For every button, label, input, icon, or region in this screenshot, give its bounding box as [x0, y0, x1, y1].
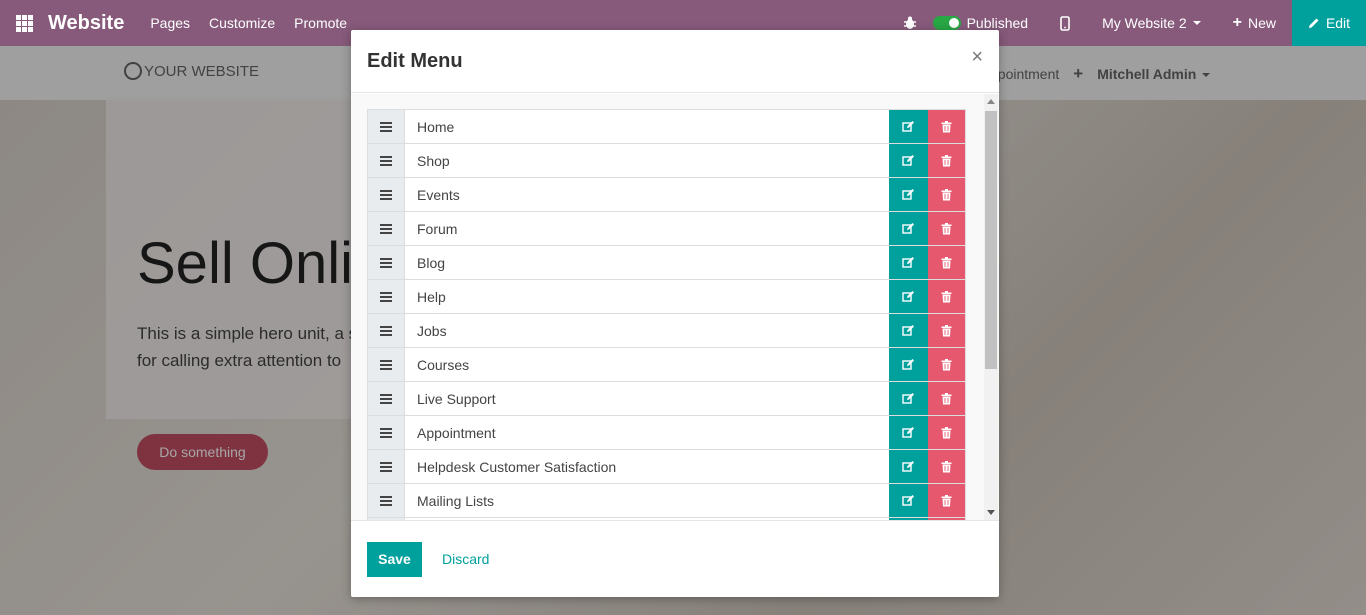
modal-body: Home Shop Events Forum Blog Help Jobs Courses Li… — [351, 94, 999, 520]
scroll-up-icon[interactable] — [987, 99, 995, 104]
edit-menu-item-icon[interactable] — [889, 484, 928, 517]
save-button[interactable]: Save — [367, 541, 422, 577]
edit-menu-item-icon[interactable] — [889, 246, 928, 279]
delete-menu-item-icon[interactable] — [928, 314, 965, 347]
menu-item-row: Forum — [367, 211, 966, 245]
delete-menu-item-icon[interactable] — [928, 280, 965, 313]
edit-menu-item-icon[interactable] — [889, 450, 928, 483]
menu-item-label: Help — [417, 288, 446, 305]
menu-item-label: Blog — [417, 254, 446, 271]
toggle-switch-icon — [932, 16, 961, 30]
menu-item-row: Appointment — [367, 415, 966, 449]
delete-menu-item-icon[interactable] — [928, 246, 965, 279]
drag-handle-icon[interactable] — [368, 212, 405, 245]
drag-handle-icon[interactable] — [368, 178, 405, 211]
menu-item-row: Blog — [367, 245, 966, 279]
menu-item-label: Shop — [417, 152, 450, 169]
menu-item-row: Help — [367, 279, 966, 313]
nav-pages[interactable]: Pages — [150, 15, 190, 31]
edit-menu-dialog: Edit Menu × Home Shop Events Forum Blog Help J… — [351, 30, 999, 597]
delete-menu-item-icon[interactable] — [928, 416, 965, 449]
apps-menu-icon[interactable] — [0, 0, 48, 46]
menu-item-row: Shop — [367, 143, 966, 177]
modal-title: Edit Menu — [367, 49, 463, 72]
menu-item-row: Home — [367, 109, 966, 143]
scrollbar-thumb[interactable] — [985, 111, 997, 369]
pencil-icon — [1308, 18, 1319, 28]
menu-item-label: Appointment — [417, 424, 496, 441]
edit-menu-item-icon[interactable] — [889, 416, 928, 449]
delete-menu-item-icon[interactable] — [928, 178, 965, 211]
menu-item-label: Live Support — [417, 390, 496, 407]
modal-header: Edit Menu — [351, 30, 999, 93]
delete-menu-item-icon[interactable] — [928, 110, 965, 143]
menu-item-label: Home — [417, 118, 455, 135]
delete-menu-item-icon[interactable] — [928, 144, 965, 177]
menu-item-row: Live Support — [367, 381, 966, 415]
menu-item-label: Helpdesk Customer Satisfaction — [417, 458, 617, 475]
edit-menu-item-icon[interactable] — [889, 280, 928, 313]
delete-menu-item-icon[interactable] — [928, 348, 965, 381]
scroll-down-icon[interactable] — [987, 510, 995, 515]
menu-item-row: Events — [367, 177, 966, 211]
mobile-preview-icon[interactable] — [1044, 0, 1086, 46]
edit-button[interactable]: Edit — [1292, 0, 1366, 46]
menu-item-label: Mailing Lists — [417, 492, 495, 509]
discard-button[interactable]: Discard — [442, 551, 489, 567]
drag-handle-icon[interactable] — [368, 280, 405, 313]
drag-handle-icon[interactable] — [368, 110, 405, 143]
edit-menu-item-icon[interactable] — [889, 348, 928, 381]
scrollbar[interactable] — [984, 94, 998, 520]
menu-item-row: Jobs — [367, 313, 966, 347]
website-switcher[interactable]: My Website 2 — [1086, 0, 1217, 46]
menu-item-label: Events — [417, 186, 460, 203]
edit-menu-item-icon[interactable] — [889, 178, 928, 211]
menu-item-label: Courses — [417, 356, 470, 373]
menu-item-label: Forum — [417, 220, 458, 237]
edit-menu-item-icon[interactable] — [889, 314, 928, 347]
app-name: Website — [48, 11, 125, 34]
drag-handle-icon[interactable] — [368, 348, 405, 381]
menu-item-label: Jobs — [417, 322, 447, 339]
menu-item-row: Courses — [367, 347, 966, 381]
website-switcher-label: My Website 2 — [1102, 15, 1187, 31]
menu-item-list: Home Shop Events Forum Blog Help Jobs Courses Li… — [367, 109, 966, 520]
top-nav: Pages Customize Promote — [150, 15, 347, 31]
drag-handle-icon[interactable] — [368, 450, 405, 483]
plus-icon: + — [1232, 14, 1242, 31]
delete-menu-item-icon[interactable] — [928, 484, 965, 517]
drag-handle-icon[interactable] — [368, 314, 405, 347]
edit-label: Edit — [1325, 15, 1351, 31]
drag-handle-icon[interactable] — [368, 144, 405, 177]
nav-customize[interactable]: Customize — [209, 15, 275, 31]
nav-promote[interactable]: Promote — [294, 15, 347, 31]
edit-menu-item-icon[interactable] — [889, 144, 928, 177]
menu-item-row: Mailing Lists — [367, 483, 966, 517]
new-button[interactable]: + New — [1217, 0, 1292, 46]
edit-menu-item-icon[interactable] — [889, 382, 928, 415]
drag-handle-icon[interactable] — [368, 416, 405, 449]
close-icon[interactable]: × — [971, 46, 983, 69]
chevron-down-icon — [1192, 21, 1201, 25]
delete-menu-item-icon[interactable] — [928, 450, 965, 483]
edit-menu-item-icon[interactable] — [889, 212, 928, 245]
delete-menu-item-icon[interactable] — [928, 212, 965, 245]
drag-handle-icon[interactable] — [368, 484, 405, 517]
drag-handle-icon[interactable] — [368, 246, 405, 279]
menu-item-row: Helpdesk Customer Satisfaction — [367, 449, 966, 483]
modal-footer: Save Discard — [351, 520, 999, 597]
new-label: New — [1247, 15, 1276, 31]
drag-handle-icon[interactable] — [368, 382, 405, 415]
delete-menu-item-icon[interactable] — [928, 382, 965, 415]
published-label: Published — [966, 15, 1029, 31]
edit-menu-item-icon[interactable] — [889, 110, 928, 143]
